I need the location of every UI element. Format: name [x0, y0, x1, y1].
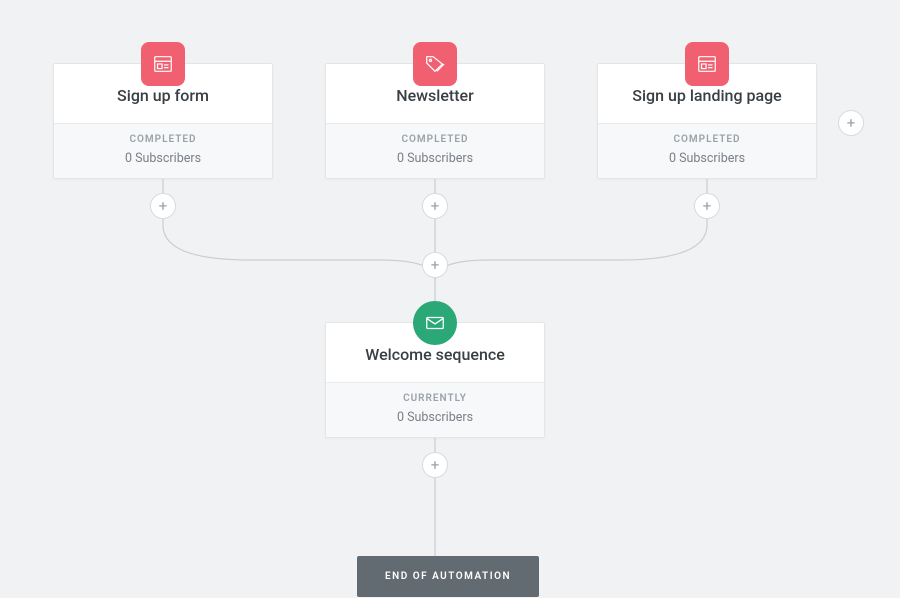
form-icon	[141, 42, 185, 86]
add-trigger-button[interactable]: +	[838, 110, 864, 136]
trigger-card-signup-form[interactable]: Sign up form COMPLETED 0 Subscribers	[53, 63, 273, 179]
card-footer: COMPLETED 0 Subscribers	[54, 123, 272, 178]
add-step-button[interactable]: +	[150, 193, 176, 219]
subscriber-count: 0 Subscribers	[608, 151, 806, 166]
status-label: COMPLETED	[64, 134, 262, 145]
add-step-button[interactable]: +	[422, 252, 448, 278]
end-label: END OF AUTOMATION	[385, 571, 511, 582]
trigger-card-landing-page[interactable]: Sign up landing page COMPLETED 0 Subscri…	[597, 63, 817, 179]
add-step-button[interactable]: +	[694, 193, 720, 219]
card-footer: COMPLETED 0 Subscribers	[598, 123, 816, 178]
card-footer: COMPLETED 0 Subscribers	[326, 123, 544, 178]
status-label: COMPLETED	[336, 134, 534, 145]
mail-icon	[413, 301, 457, 345]
form-icon	[685, 42, 729, 86]
end-of-automation: END OF AUTOMATION	[357, 556, 539, 597]
card-footer: CURRENTLY 0 Subscribers	[326, 382, 544, 437]
subscriber-count: 0 Subscribers	[336, 151, 534, 166]
subscriber-count: 0 Subscribers	[336, 410, 534, 425]
tag-icon	[413, 42, 457, 86]
subscriber-count: 0 Subscribers	[64, 151, 262, 166]
add-step-button[interactable]: +	[422, 452, 448, 478]
add-step-button[interactable]: +	[422, 193, 448, 219]
trigger-card-newsletter[interactable]: Newsletter COMPLETED 0 Subscribers	[325, 63, 545, 179]
status-label: CURRENTLY	[336, 393, 534, 404]
automation-canvas: Sign up form COMPLETED 0 Subscribers New…	[0, 0, 900, 598]
status-label: COMPLETED	[608, 134, 806, 145]
step-card-welcome-sequence[interactable]: Welcome sequence CURRENTLY 0 Subscribers	[325, 322, 545, 438]
